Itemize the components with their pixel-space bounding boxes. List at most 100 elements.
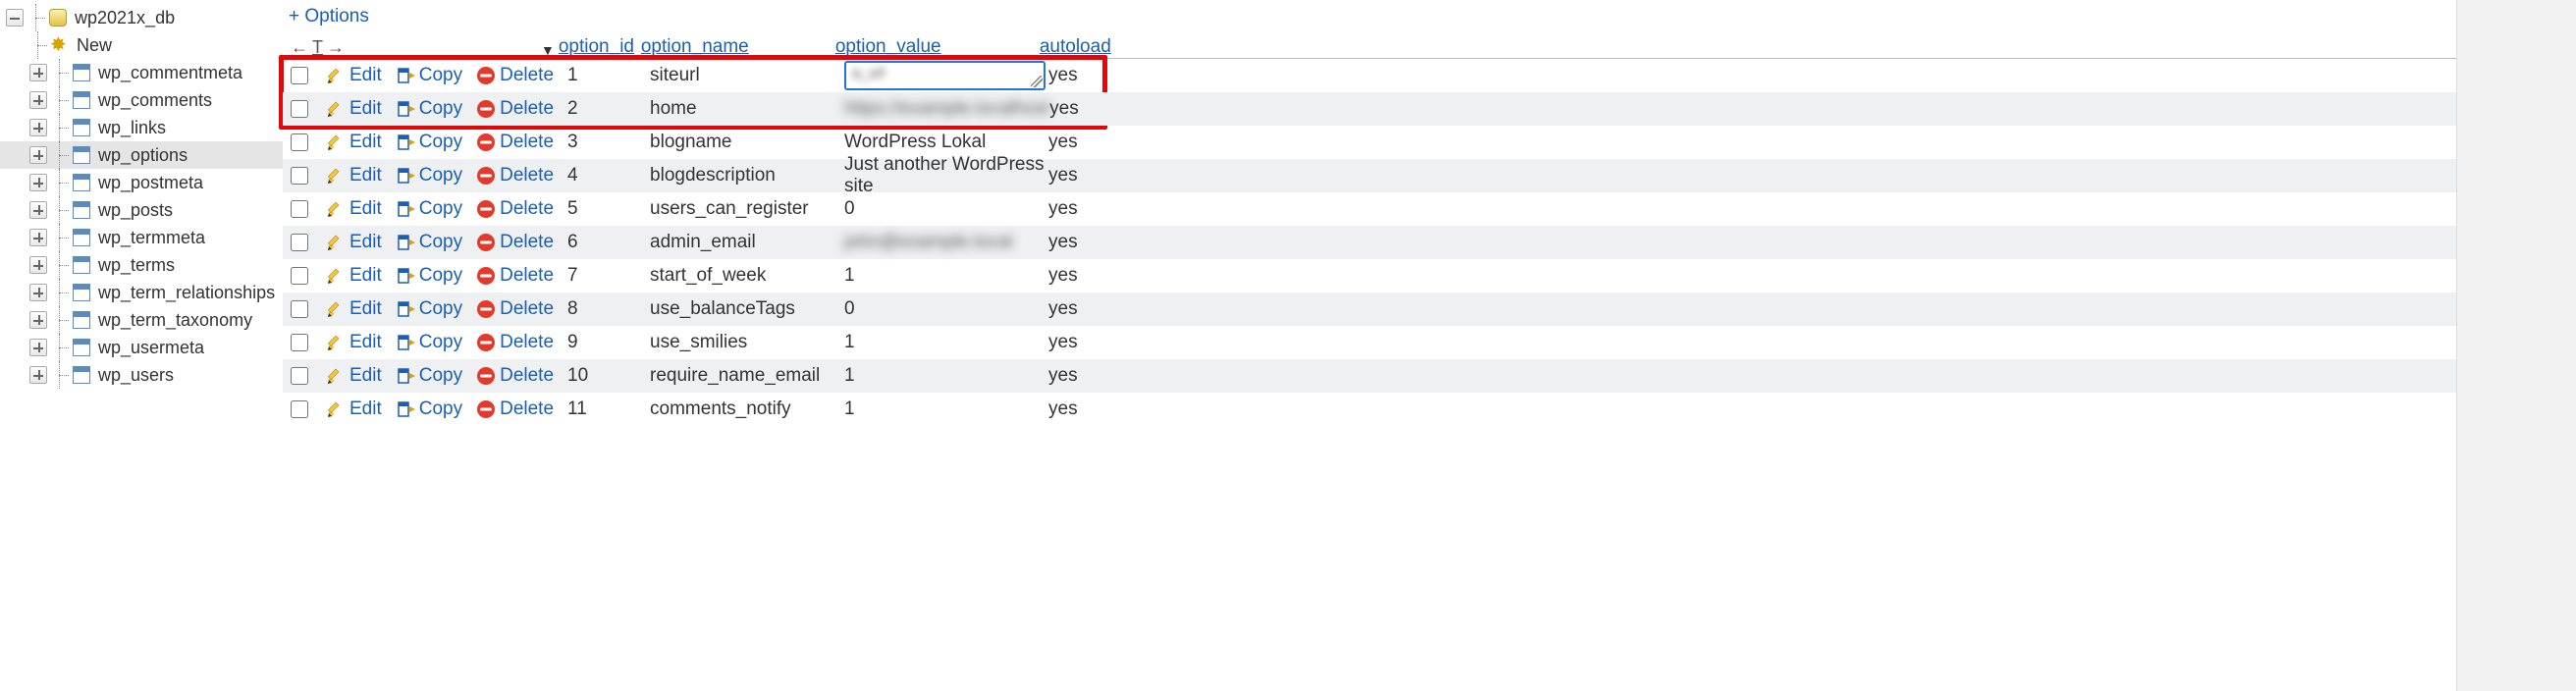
edit-button[interactable]: Edit: [326, 65, 382, 86]
col-header-option-value[interactable]: option_value: [835, 36, 1040, 58]
cell-option-value[interactable]: https://example.localhost: [844, 98, 1049, 120]
edit-button[interactable]: Edit: [326, 98, 382, 120]
tree-new-node[interactable]: New: [0, 31, 283, 59]
row-nav-arrows[interactable]: ← T →: [291, 37, 340, 58]
row-checkbox[interactable]: [291, 367, 308, 385]
expand-icon[interactable]: [29, 146, 47, 164]
copy-button[interactable]: Copy: [396, 198, 462, 220]
sidebar-item-wp-termmeta[interactable]: wp_termmeta: [0, 224, 283, 251]
sort-indicator-icon[interactable]: ▼: [541, 42, 555, 58]
row-checkbox[interactable]: [291, 167, 308, 185]
edit-button[interactable]: Edit: [326, 399, 382, 420]
row-checkbox[interactable]: [291, 400, 308, 418]
delete-button[interactable]: Delete: [476, 265, 554, 287]
expand-icon[interactable]: [29, 229, 47, 246]
row-checkbox[interactable]: [291, 67, 308, 84]
col-header-autoload[interactable]: autoload: [1040, 36, 1128, 58]
copy-button[interactable]: Copy: [396, 399, 462, 420]
cell-option-value[interactable]: WordPress Lokal: [844, 132, 1048, 153]
new-label[interactable]: New: [77, 35, 112, 56]
sidebar-item-label[interactable]: wp_commentmeta: [98, 63, 242, 83]
sidebar-item-label[interactable]: wp_term_relationships: [98, 283, 275, 303]
db-name-label[interactable]: wp2021x_db: [75, 8, 175, 28]
cell-option-value[interactable]: Just another WordPress site: [844, 154, 1048, 197]
edit-button[interactable]: Edit: [326, 332, 382, 353]
sidebar-item-label[interactable]: wp_termmeta: [98, 228, 205, 248]
inline-edit-input[interactable]: a_url: [844, 61, 1046, 90]
expand-icon[interactable]: [29, 91, 47, 109]
col-header-option-name[interactable]: option_name: [641, 36, 835, 58]
sidebar-item-wp-options[interactable]: wp_options: [0, 141, 283, 169]
delete-button[interactable]: Delete: [476, 132, 554, 153]
delete-button[interactable]: Delete: [476, 232, 554, 253]
cell-option-value[interactable]: 1: [844, 365, 1048, 387]
expand-icon[interactable]: [29, 339, 47, 356]
expand-icon[interactable]: [29, 119, 47, 136]
sidebar-item-label[interactable]: wp_options: [98, 145, 188, 166]
edit-button[interactable]: Edit: [326, 232, 382, 253]
expand-icon[interactable]: [29, 174, 47, 191]
copy-button[interactable]: Copy: [396, 332, 462, 353]
copy-button[interactable]: Copy: [396, 132, 462, 153]
sidebar-item-label[interactable]: wp_postmeta: [98, 173, 203, 193]
sidebar-item-label[interactable]: wp_terms: [98, 255, 175, 276]
sidebar-item-wp-term-taxonomy[interactable]: wp_term_taxonomy: [0, 306, 283, 334]
edit-button[interactable]: Edit: [326, 365, 382, 387]
copy-button[interactable]: Copy: [396, 165, 462, 186]
row-checkbox[interactable]: [291, 234, 308, 251]
expand-icon[interactable]: [29, 311, 47, 329]
delete-button[interactable]: Delete: [476, 399, 554, 420]
cell-option-value[interactable]: 0: [844, 298, 1048, 320]
cell-option-value[interactable]: john@example.local: [844, 232, 1048, 253]
cell-option-value[interactable]: a_url: [844, 61, 1048, 90]
col-header-option-id[interactable]: option_id: [559, 36, 641, 58]
expand-icon[interactable]: [29, 366, 47, 384]
edit-button[interactable]: Edit: [326, 132, 382, 153]
sidebar-item-wp-term-relationships[interactable]: wp_term_relationships: [0, 279, 283, 306]
row-checkbox[interactable]: [291, 300, 308, 318]
cell-option-value[interactable]: 1: [844, 265, 1048, 287]
sidebar-item-wp-posts[interactable]: wp_posts: [0, 196, 283, 224]
sidebar-item-wp-commentmeta[interactable]: wp_commentmeta: [0, 59, 283, 86]
expand-icon[interactable]: [29, 64, 47, 81]
edit-button[interactable]: Edit: [326, 198, 382, 220]
edit-button[interactable]: Edit: [326, 298, 382, 320]
copy-button[interactable]: Copy: [396, 298, 462, 320]
arrow-left-icon[interactable]: ←: [291, 37, 308, 58]
copy-button[interactable]: Copy: [396, 98, 462, 120]
row-checkbox[interactable]: [291, 100, 308, 118]
cell-option-value[interactable]: 0: [844, 198, 1048, 220]
sidebar-item-label[interactable]: wp_comments: [98, 90, 212, 111]
sidebar-item-label[interactable]: wp_usermeta: [98, 338, 204, 358]
sidebar-item-wp-terms[interactable]: wp_terms: [0, 251, 283, 279]
arrow-right-icon[interactable]: →: [327, 37, 345, 58]
expand-icon[interactable]: [29, 256, 47, 274]
expand-icon[interactable]: [29, 201, 47, 219]
row-checkbox[interactable]: [291, 267, 308, 285]
sidebar-item-wp-comments[interactable]: wp_comments: [0, 86, 283, 114]
arrow-t-icon[interactable]: T: [312, 37, 323, 58]
tree-db-node[interactable]: wp2021x_db: [0, 4, 283, 31]
edit-button[interactable]: Edit: [326, 265, 382, 287]
collapse-icon[interactable]: [6, 9, 24, 27]
options-toggle[interactable]: + Options: [289, 6, 369, 27]
sidebar-item-wp-postmeta[interactable]: wp_postmeta: [0, 169, 283, 196]
row-checkbox[interactable]: [291, 133, 308, 151]
delete-button[interactable]: Delete: [476, 198, 554, 220]
delete-button[interactable]: Delete: [476, 165, 554, 186]
sidebar-item-label[interactable]: wp_users: [98, 365, 174, 386]
sidebar-item-wp-users[interactable]: wp_users: [0, 361, 283, 389]
expand-icon[interactable]: [29, 284, 47, 301]
sidebar-item-label[interactable]: wp_posts: [98, 200, 173, 221]
sidebar-item-label[interactable]: wp_links: [98, 118, 166, 138]
edit-button[interactable]: Edit: [326, 165, 382, 186]
delete-button[interactable]: Delete: [476, 298, 554, 320]
delete-button[interactable]: Delete: [476, 65, 554, 86]
sidebar-item-label[interactable]: wp_term_taxonomy: [98, 310, 252, 331]
sidebar-item-wp-usermeta[interactable]: wp_usermeta: [0, 334, 283, 361]
row-checkbox[interactable]: [291, 334, 308, 351]
sidebar-item-wp-links[interactable]: wp_links: [0, 114, 283, 141]
cell-option-value[interactable]: 1: [844, 332, 1048, 353]
cell-option-value[interactable]: 1: [844, 399, 1048, 420]
row-checkbox[interactable]: [291, 200, 308, 218]
